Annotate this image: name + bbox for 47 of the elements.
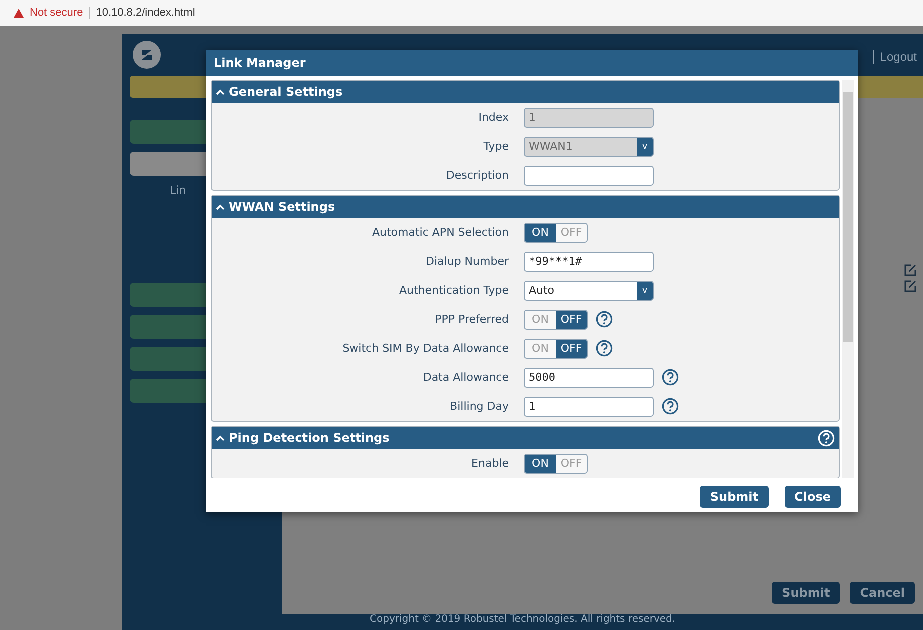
warning-icon [14, 8, 24, 18]
logo-icon [132, 40, 162, 70]
section-title: Ping Detection Settings [229, 431, 390, 445]
field-label: PPP Preferred [434, 313, 510, 326]
field-label: Dialup Number [425, 255, 510, 268]
text-field[interactable]: 5000 [524, 368, 654, 388]
field-label: Switch SIM By Data Allowance [342, 342, 510, 355]
collapse-icon[interactable] [216, 434, 225, 442]
text-field[interactable]: *99***1# [524, 252, 654, 272]
toggle-switch[interactable]: ON OFF [524, 454, 588, 474]
edit-icon[interactable] [904, 280, 917, 293]
address-bar[interactable]: 10.10.8.2/index.html [89, 7, 196, 19]
dialog-button[interactable]: Submit [700, 486, 769, 508]
field-label: Description [445, 169, 510, 182]
page-button[interactable]: Cancel [850, 582, 915, 604]
field-label: Enable [470, 457, 510, 470]
section-header[interactable]: Ping Detection Settings [212, 427, 839, 449]
dialog-button[interactable]: Close [784, 486, 841, 508]
field-label: Data Allowance [422, 371, 510, 384]
help-icon[interactable] [662, 398, 679, 415]
section-title: General Settings [229, 85, 343, 99]
logout-link[interactable]: Logout [873, 50, 917, 64]
collapse-icon[interactable] [216, 88, 225, 96]
scrollbar[interactable] [842, 80, 854, 478]
field-label: Billing Day [449, 400, 510, 413]
text-field[interactable]: 1 [524, 396, 654, 416]
section-header[interactable]: General Settings [212, 81, 839, 103]
edit-icon[interactable] [904, 264, 917, 277]
page-button[interactable]: Submit [772, 582, 840, 604]
field-label: Authentication Type [398, 284, 510, 297]
help-icon[interactable] [596, 311, 613, 328]
field-label: Automatic APN Selection [372, 226, 510, 239]
field-label: Type [482, 140, 510, 153]
collapse-icon[interactable] [216, 204, 225, 210]
section-header[interactable]: WWAN Settings [212, 196, 839, 218]
field-label: Index [478, 111, 510, 124]
toggle-switch[interactable]: ON OFF [524, 222, 588, 242]
nav-caption: Lin [169, 184, 188, 197]
section-title: WWAN Settings [229, 200, 336, 214]
toggle-switch[interactable]: ON OFF [524, 338, 588, 358]
dropdown[interactable]: Auto v [524, 280, 654, 300]
help-icon[interactable] [662, 369, 679, 386]
dialog-title: Link Manager [206, 50, 858, 76]
toggle-switch[interactable]: ON OFF [524, 310, 588, 330]
security-label[interactable]: Not secure [30, 7, 84, 19]
help-icon[interactable] [596, 340, 613, 357]
text-field[interactable] [524, 166, 654, 186]
